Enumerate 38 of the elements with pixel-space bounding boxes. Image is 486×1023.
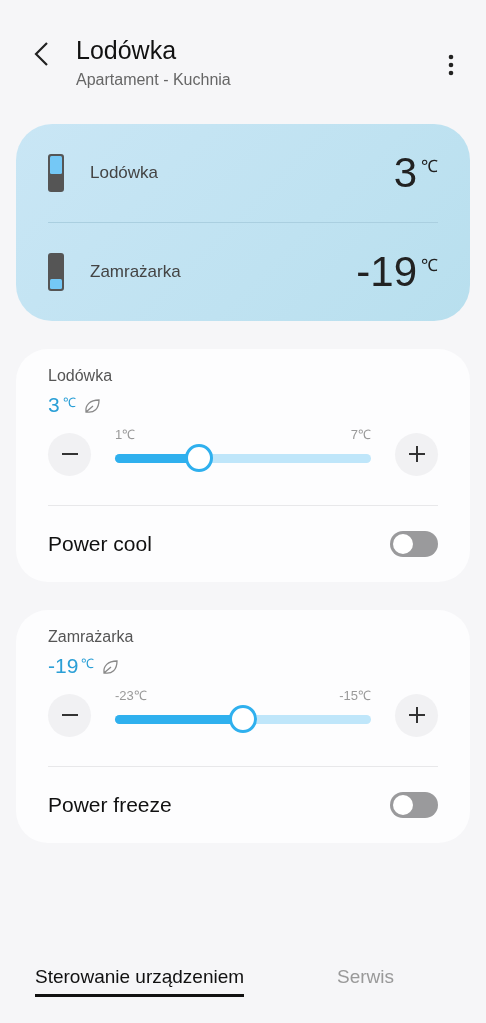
toggle-label: Power freeze — [48, 793, 172, 817]
compartment-icon — [48, 253, 64, 291]
compartment-name: Lodówka — [90, 163, 160, 183]
page-subtitle: Apartament - Kuchnia — [76, 71, 232, 89]
set-temperature: -19 — [48, 654, 79, 678]
max-label: 7℃ — [350, 426, 371, 443]
more-icon — [448, 54, 454, 76]
compartment-icon — [48, 154, 64, 192]
page-title: Lodówka — [76, 36, 178, 65]
temperature-unit: ℃ — [62, 394, 76, 411]
leaf-icon — [101, 658, 120, 676]
temperature-value: 3 — [393, 149, 417, 197]
min-label: -23℃ — [115, 687, 147, 704]
toggle-switch[interactable] — [390, 531, 438, 557]
temperature-unit: ℃ — [421, 156, 438, 177]
slider-thumb[interactable] — [229, 705, 257, 733]
temperature-unit: ℃ — [421, 255, 438, 276]
minus-icon — [61, 453, 78, 455]
tab[interactable]: Sterowanie urządzeniem — [35, 966, 245, 997]
toggle-switch[interactable] — [390, 792, 438, 818]
compartment-name: Zamrażarka — [90, 262, 182, 282]
min-label: 1℃ — [115, 426, 136, 443]
slider-thumb[interactable] — [185, 444, 214, 472]
leaf-icon — [82, 397, 101, 415]
plus-icon — [408, 707, 425, 723]
card-title: Lodówka — [48, 367, 114, 385]
max-label: -15℃ — [339, 687, 371, 704]
minus-icon — [61, 714, 78, 716]
increase-button[interactable] — [395, 432, 438, 476]
temperature-unit: ℃ — [81, 655, 95, 672]
temperature-slider[interactable] — [115, 704, 371, 734]
increase-button[interactable] — [395, 693, 438, 737]
temperature-slider[interactable] — [115, 443, 371, 473]
toggle-label: Power cool — [48, 532, 152, 556]
card-title: Zamrażarka — [48, 628, 135, 646]
set-temperature: 3 — [48, 393, 60, 417]
temperature-value: -19 — [356, 248, 417, 296]
plus-icon — [408, 446, 425, 462]
